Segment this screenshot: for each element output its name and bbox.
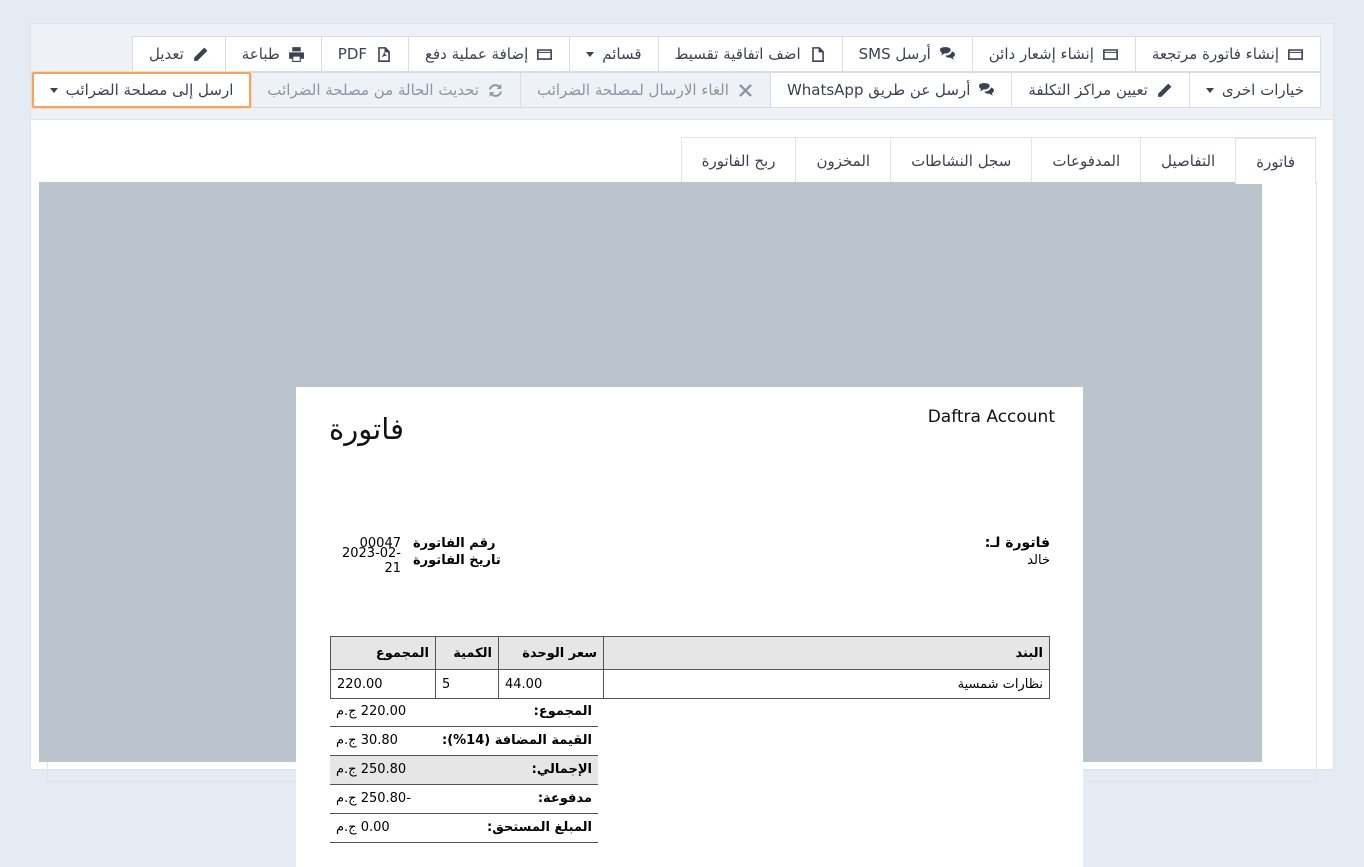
toolbar-row-1: تعديل طباعة PDF إضافة عملية دفع قسائم اض… bbox=[131, 36, 1321, 72]
invoice-date-label: تاريخ الفاتورة bbox=[413, 553, 501, 568]
comments-icon bbox=[979, 82, 995, 96]
pencil-icon bbox=[193, 47, 208, 61]
table-header-row: البند سعر الوحدة الكمية المجموع bbox=[330, 636, 1050, 670]
file-icon bbox=[811, 46, 824, 62]
invoice-preview-area: Daftra Account فاتورة فاتورة لـ: خالد 00… bbox=[39, 182, 1262, 867]
vouchers-dropdown[interactable]: قسائم bbox=[569, 36, 659, 72]
column-header-qty: الكمية bbox=[435, 636, 499, 670]
cell-total: 220.00 bbox=[330, 669, 436, 699]
tab-activity-log[interactable]: سجل النشاطات bbox=[890, 137, 1033, 183]
toolbar-row-2: ارسل إلى مصلحة الضرائب تحديث الحالة من م… bbox=[31, 72, 1321, 108]
caret-down-icon bbox=[586, 51, 595, 57]
subtotal-row: المجموع: 220.00 ج.م bbox=[330, 697, 598, 727]
amount-due-row: المبلغ المستحق: 0.00 ج.م bbox=[330, 813, 598, 843]
assign-cost-centers-button[interactable]: تعيين مراكز التكلفة bbox=[1011, 72, 1190, 108]
vat-value: 30.80 ج.م bbox=[330, 726, 436, 756]
pdf-button[interactable]: PDF bbox=[320, 36, 410, 72]
subtotal-label: المجموع: bbox=[436, 697, 598, 727]
invoice-meta: 00047 رقم الفاتورة 2023-02-21 تاريخ الفا… bbox=[329, 535, 501, 576]
vat-row: القيمة المضافة (14%): 30.80 ج.م bbox=[330, 726, 598, 756]
update-tax-status-button[interactable]: تحديث الحالة من مصلحة الضرائب bbox=[250, 72, 521, 108]
pencil-icon bbox=[1157, 83, 1172, 97]
action-toolbar: تعديل طباعة PDF إضافة عملية دفع قسائم اض… bbox=[31, 24, 1333, 120]
cell-item: نظارات شمسية bbox=[603, 669, 1050, 699]
refresh-icon bbox=[488, 83, 503, 97]
invoice-date: 2023-02-21 bbox=[341, 545, 401, 576]
company-name: Daftra Account bbox=[927, 407, 1055, 427]
invoice-tabs: فاتورة التفاصيل المدفوعات سجل النشاطات ا… bbox=[680, 137, 1316, 184]
tab-inventory[interactable]: المخزون bbox=[795, 137, 892, 183]
caret-down-icon bbox=[49, 87, 58, 93]
amount-due-value: 0.00 ج.م bbox=[330, 813, 436, 843]
tab-invoice-profit[interactable]: ربح الفاتورة bbox=[680, 137, 797, 183]
invoice-number-label: رقم الفاتورة bbox=[413, 536, 496, 551]
paid-label: مدفوعة: bbox=[436, 784, 598, 814]
tab-invoice[interactable]: فاتورة bbox=[1235, 137, 1316, 184]
pdf-icon bbox=[378, 46, 390, 62]
edit-button[interactable]: تعديل bbox=[131, 36, 226, 72]
paid-value: -250.80 ج.م bbox=[330, 784, 436, 814]
add-payment-button[interactable]: إضافة عملية دفع bbox=[408, 36, 571, 72]
subtotal-value: 220.00 ج.م bbox=[330, 697, 436, 727]
close-icon bbox=[739, 83, 752, 97]
cancel-tax-submission-button[interactable]: الغاء الارسال لمصلحة الضرائب bbox=[519, 72, 771, 108]
column-header-total: المجموع bbox=[330, 636, 436, 670]
cell-qty: 5 bbox=[435, 669, 499, 699]
comments-icon bbox=[939, 46, 955, 60]
column-header-item: البند bbox=[603, 636, 1050, 670]
tab-details[interactable]: التفاصيل bbox=[1140, 137, 1237, 183]
document-title: فاتورة bbox=[329, 412, 404, 446]
send-sms-button[interactable]: أرسل SMS bbox=[841, 36, 973, 72]
paid-row: مدفوعة: -250.80 ج.م bbox=[330, 784, 598, 814]
invoice-document: Daftra Account فاتورة فاتورة لـ: خالد 00… bbox=[296, 387, 1083, 867]
print-button[interactable]: طباعة bbox=[224, 36, 322, 72]
table-row: نظارات شمسية 44.00 5 220.00 bbox=[330, 669, 1050, 699]
create-refund-invoice-button[interactable]: إنشاء فاتورة مرتجعة bbox=[1134, 36, 1321, 72]
line-items-table: البند سعر الوحدة الكمية المجموع نظارات ش… bbox=[330, 636, 1050, 699]
credit-card-icon bbox=[1288, 48, 1303, 60]
amount-due-label: المبلغ المستحق: bbox=[436, 813, 598, 843]
add-installment-button[interactable]: اضف اتفاقية تقسيط bbox=[657, 36, 843, 72]
bill-to-label: فاتورة لـ: bbox=[984, 535, 1050, 551]
send-to-tax-authority-dropdown[interactable]: ارسل إلى مصلحة الضرائب bbox=[31, 72, 252, 108]
vat-label: القيمة المضافة (14%): bbox=[436, 726, 598, 756]
more-options-dropdown[interactable]: خيارات اخرى bbox=[1188, 72, 1321, 108]
create-credit-note-button[interactable]: إنشاء إشعار دائن bbox=[971, 36, 1136, 72]
bill-to-name: خالد bbox=[1027, 553, 1050, 568]
credit-card-icon bbox=[537, 48, 553, 60]
credit-card-icon bbox=[1102, 48, 1118, 60]
invoice-date-row: 2023-02-21 تاريخ الفاتورة bbox=[329, 546, 501, 576]
print-icon bbox=[288, 46, 304, 62]
column-header-unit-price: سعر الوحدة bbox=[498, 636, 604, 670]
tab-payments[interactable]: المدفوعات bbox=[1031, 137, 1142, 183]
send-whatsapp-button[interactable]: أرسل عن طريق WhatsApp bbox=[769, 72, 1013, 108]
cell-unit-price: 44.00 bbox=[498, 669, 604, 699]
caret-down-icon bbox=[1205, 87, 1214, 93]
